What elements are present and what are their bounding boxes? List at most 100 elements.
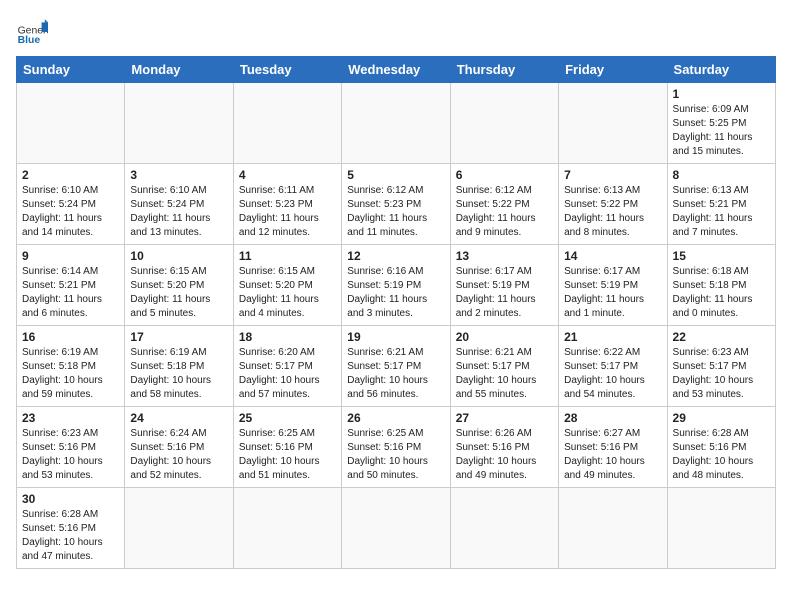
day-number: 3 (130, 168, 227, 182)
day-number: 4 (239, 168, 336, 182)
weekday-header-row: SundayMondayTuesdayWednesdayThursdayFrid… (17, 57, 776, 83)
calendar-day-cell: 2 Sunrise: 6:10 AM Sunset: 5:24 PM Daylig… (17, 164, 125, 245)
calendar-day-cell: 25Sunrise: 6:25 AM Sunset: 5:16 PM Dayli… (233, 407, 341, 488)
calendar-day-cell (233, 488, 341, 569)
calendar-day-cell: 13Sunrise: 6:17 AM Sunset: 5:19 PM Dayli… (450, 245, 558, 326)
day-number: 24 (130, 411, 227, 425)
calendar-week-row: 1 Sunrise: 6:09 AM Sunset: 5:25 PM Daylig… (17, 83, 776, 164)
calendar-day-cell: 1 Sunrise: 6:09 AM Sunset: 5:25 PM Daylig… (667, 83, 775, 164)
day-number: 23 (22, 411, 119, 425)
weekday-header-cell: Friday (559, 57, 667, 83)
calendar-day-cell (17, 83, 125, 164)
sun-info: Sunrise: 6:14 AM Sunset: 5:21 PM Dayligh… (22, 265, 119, 321)
day-number: 9 (22, 249, 119, 263)
calendar-day-cell: 12Sunrise: 6:16 AM Sunset: 5:19 PM Dayli… (342, 245, 450, 326)
weekday-header-cell: Sunday (17, 57, 125, 83)
sun-info: Sunrise: 6:15 AM Sunset: 5:20 PM Dayligh… (239, 265, 336, 321)
sun-info: Sunrise: 6:10 AM Sunset: 5:24 PM Dayligh… (22, 184, 119, 240)
calendar-day-cell: 24 Sunrise: 6:24 AM Sunset: 5:16 PM Dayli… (125, 407, 233, 488)
sun-info: Sunrise: 6:15 AM Sunset: 5:20 PM Dayligh… (130, 265, 227, 321)
calendar-day-cell: 19Sunrise: 6:21 AM Sunset: 5:17 PM Dayli… (342, 326, 450, 407)
sun-info: Sunrise: 6:25 AM Sunset: 5:16 PM Dayligh… (239, 427, 336, 483)
day-number: 28 (564, 411, 661, 425)
sun-info: Sunrise: 6:11 AM Sunset: 5:23 PM Dayligh… (239, 184, 336, 240)
logo-icon: General Blue (16, 16, 48, 48)
day-number: 6 (456, 168, 553, 182)
calendar-body: 1 Sunrise: 6:09 AM Sunset: 5:25 PM Daylig… (17, 83, 776, 569)
sun-info: Sunrise: 6:12 AM Sunset: 5:22 PM Dayligh… (456, 184, 553, 240)
weekday-header-cell: Saturday (667, 57, 775, 83)
calendar-day-cell: 30Sunrise: 6:28 AM Sunset: 5:16 PM Dayli… (17, 488, 125, 569)
sun-info: Sunrise: 6:25 AM Sunset: 5:16 PM Dayligh… (347, 427, 444, 483)
day-number: 10 (130, 249, 227, 263)
day-number: 2 (22, 168, 119, 182)
calendar-day-cell: 9 Sunrise: 6:14 AM Sunset: 5:21 PM Daylig… (17, 245, 125, 326)
calendar-day-cell (342, 83, 450, 164)
day-number: 19 (347, 330, 444, 344)
calendar-day-cell (450, 488, 558, 569)
logo: General Blue (16, 16, 52, 48)
day-number: 15 (673, 249, 770, 263)
sun-info: Sunrise: 6:28 AM Sunset: 5:16 PM Dayligh… (22, 508, 119, 564)
day-number: 8 (673, 168, 770, 182)
calendar-day-cell: 27Sunrise: 6:26 AM Sunset: 5:16 PM Dayli… (450, 407, 558, 488)
calendar-day-cell: 23 Sunrise: 6:23 AM Sunset: 5:16 PM Dayli… (17, 407, 125, 488)
day-number: 29 (673, 411, 770, 425)
sun-info: Sunrise: 6:18 AM Sunset: 5:18 PM Dayligh… (673, 265, 770, 321)
sun-info: Sunrise: 6:17 AM Sunset: 5:19 PM Dayligh… (456, 265, 553, 321)
calendar-day-cell (125, 488, 233, 569)
calendar-week-row: 2 Sunrise: 6:10 AM Sunset: 5:24 PM Daylig… (17, 164, 776, 245)
calendar-week-row: 9 Sunrise: 6:14 AM Sunset: 5:21 PM Daylig… (17, 245, 776, 326)
sun-info: Sunrise: 6:24 AM Sunset: 5:16 PM Dayligh… (130, 427, 227, 483)
sun-info: Sunrise: 6:27 AM Sunset: 5:16 PM Dayligh… (564, 427, 661, 483)
sun-info: Sunrise: 6:10 AM Sunset: 5:24 PM Dayligh… (130, 184, 227, 240)
day-number: 11 (239, 249, 336, 263)
sun-info: Sunrise: 6:22 AM Sunset: 5:17 PM Dayligh… (564, 346, 661, 402)
svg-text:Blue: Blue (18, 35, 41, 46)
calendar-day-cell (559, 83, 667, 164)
calendar-day-cell: 28 Sunrise: 6:27 AM Sunset: 5:16 PM Dayli… (559, 407, 667, 488)
day-number: 5 (347, 168, 444, 182)
calendar-day-cell: 5 Sunrise: 6:12 AM Sunset: 5:23 PM Daylig… (342, 164, 450, 245)
calendar-day-cell: 11 Sunrise: 6:15 AM Sunset: 5:20 PM Dayli… (233, 245, 341, 326)
sun-info: Sunrise: 6:19 AM Sunset: 5:18 PM Dayligh… (22, 346, 119, 402)
calendar-day-cell: 14Sunrise: 6:17 AM Sunset: 5:19 PM Dayli… (559, 245, 667, 326)
day-number: 21 (564, 330, 661, 344)
day-number: 20 (456, 330, 553, 344)
weekday-header-cell: Wednesday (342, 57, 450, 83)
calendar-day-cell: 21 Sunrise: 6:22 AM Sunset: 5:17 PM Dayli… (559, 326, 667, 407)
calendar-day-cell: 17Sunrise: 6:19 AM Sunset: 5:18 PM Dayli… (125, 326, 233, 407)
weekday-header-cell: Tuesday (233, 57, 341, 83)
sun-info: Sunrise: 6:13 AM Sunset: 5:22 PM Dayligh… (564, 184, 661, 240)
day-number: 7 (564, 168, 661, 182)
day-number: 1 (673, 87, 770, 101)
sun-info: Sunrise: 6:28 AM Sunset: 5:16 PM Dayligh… (673, 427, 770, 483)
sun-info: Sunrise: 6:19 AM Sunset: 5:18 PM Dayligh… (130, 346, 227, 402)
sun-info: Sunrise: 6:23 AM Sunset: 5:16 PM Dayligh… (22, 427, 119, 483)
calendar-day-cell (125, 83, 233, 164)
sun-info: Sunrise: 6:09 AM Sunset: 5:25 PM Dayligh… (673, 103, 770, 159)
calendar-day-cell (450, 83, 558, 164)
calendar-week-row: 23 Sunrise: 6:23 AM Sunset: 5:16 PM Dayli… (17, 407, 776, 488)
day-number: 12 (347, 249, 444, 263)
calendar-day-cell: 6 Sunrise: 6:12 AM Sunset: 5:22 PM Daylig… (450, 164, 558, 245)
calendar-day-cell: 8Sunrise: 6:13 AM Sunset: 5:21 PM Daylig… (667, 164, 775, 245)
calendar-table: SundayMondayTuesdayWednesdayThursdayFrid… (16, 56, 776, 569)
calendar-day-cell: 10 Sunrise: 6:15 AM Sunset: 5:20 PM Dayli… (125, 245, 233, 326)
calendar-day-cell: 4 Sunrise: 6:11 AM Sunset: 5:23 PM Daylig… (233, 164, 341, 245)
calendar-day-cell (342, 488, 450, 569)
calendar-day-cell: 22Sunrise: 6:23 AM Sunset: 5:17 PM Dayli… (667, 326, 775, 407)
sun-info: Sunrise: 6:21 AM Sunset: 5:17 PM Dayligh… (456, 346, 553, 402)
sun-info: Sunrise: 6:17 AM Sunset: 5:19 PM Dayligh… (564, 265, 661, 321)
calendar-day-cell (233, 83, 341, 164)
calendar-day-cell: 3 Sunrise: 6:10 AM Sunset: 5:24 PM Daylig… (125, 164, 233, 245)
weekday-header-cell: Thursday (450, 57, 558, 83)
calendar-day-cell (559, 488, 667, 569)
calendar-day-cell: 26Sunrise: 6:25 AM Sunset: 5:16 PM Dayli… (342, 407, 450, 488)
sun-info: Sunrise: 6:12 AM Sunset: 5:23 PM Dayligh… (347, 184, 444, 240)
calendar-day-cell: 20 Sunrise: 6:21 AM Sunset: 5:17 PM Dayli… (450, 326, 558, 407)
calendar-week-row: 16 Sunrise: 6:19 AM Sunset: 5:18 PM Dayli… (17, 326, 776, 407)
day-number: 16 (22, 330, 119, 344)
weekday-header-cell: Monday (125, 57, 233, 83)
sun-info: Sunrise: 6:20 AM Sunset: 5:17 PM Dayligh… (239, 346, 336, 402)
